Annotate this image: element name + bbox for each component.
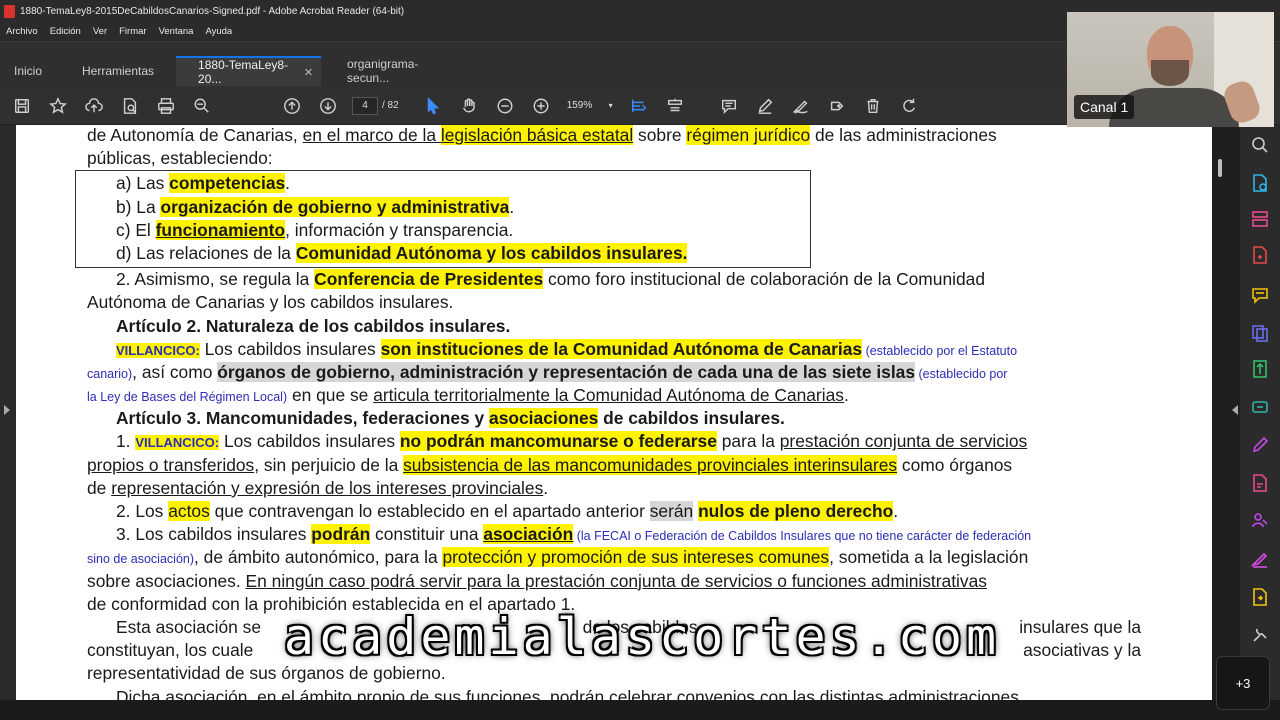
vertical-scrollbar[interactable]: [1212, 125, 1230, 700]
webcam-video: Canal 1: [1067, 12, 1274, 127]
cursor-icon[interactable]: [415, 88, 451, 124]
more-participants-button[interactable]: +3: [1216, 656, 1270, 710]
send-file-icon[interactable]: [1250, 587, 1270, 607]
right-panel-toggle[interactable]: [1230, 125, 1240, 700]
save-icon[interactable]: [4, 88, 40, 124]
doc-list-item: c) El funcionamiento, información y tran…: [116, 219, 514, 240]
watermark-text: academialascortes.com: [283, 608, 1001, 666]
tab-organigrama-label: organigrama-secun...: [347, 57, 419, 85]
sign-icon[interactable]: [783, 88, 819, 124]
status-bar: [0, 700, 1280, 720]
doc-list-item: b) La organización de gobierno y adminis…: [116, 196, 515, 217]
file-protect-icon[interactable]: [1250, 473, 1270, 493]
tab-inicio[interactable]: Inicio: [0, 56, 56, 86]
delete-icon[interactable]: [855, 88, 891, 124]
collapse-right-icon: [1232, 405, 1238, 415]
watermark: academialascortes.com: [284, 604, 996, 670]
file-search-icon[interactable]: [112, 88, 148, 124]
create-pdf-icon[interactable]: [1250, 245, 1270, 265]
zoom-level-select[interactable]: 159% ▾: [563, 96, 617, 116]
scroll-mode-icon[interactable]: [657, 88, 693, 124]
article-heading: Artículo 2. Naturaleza de los cabildos i…: [116, 315, 511, 336]
page-total: / 82: [382, 100, 399, 111]
arrow-down-icon[interactable]: [310, 88, 346, 124]
doc-line: propios o transferidos, sin perjuicio de…: [87, 454, 1013, 475]
compress-icon[interactable]: [1250, 359, 1270, 379]
menu-edicion[interactable]: Edición: [44, 26, 87, 37]
request-signature-icon[interactable]: [1250, 511, 1270, 531]
left-panel-toggle[interactable]: [0, 125, 16, 700]
doc-line: Dicha asociación, en el ámbito propio de…: [116, 686, 1019, 701]
tab-inicio-label: Inicio: [14, 64, 43, 78]
doc-list-item: a) Las competencias.: [116, 173, 291, 194]
zoom-search-icon[interactable]: [184, 88, 220, 124]
fill-sign-icon[interactable]: [1250, 435, 1270, 455]
export-pdf-icon[interactable]: [1250, 173, 1270, 193]
page-navigator: 4 / 82: [352, 96, 399, 115]
doc-line: 2. Asimismo, se regula la Conferencia de…: [116, 269, 986, 290]
search-icon[interactable]: [1250, 135, 1270, 155]
zoom-level-value: 159%: [566, 100, 593, 111]
zoom-in-icon[interactable]: [523, 88, 559, 124]
webcam-person-beard: [1151, 60, 1189, 86]
print-icon[interactable]: [148, 88, 184, 124]
scrollbar-thumb[interactable]: [1218, 159, 1222, 177]
tab-herramientas-label: Herramientas: [82, 64, 155, 78]
menu-ventana[interactable]: Ventana: [153, 26, 200, 37]
pen-icon[interactable]: [747, 88, 783, 124]
doc-line: canario), así como órganos de gobierno, …: [87, 361, 1008, 382]
tab-document-active[interactable]: 1880-TemaLey8-20... ✕: [176, 56, 322, 86]
doc-list-item: d) Las relaciones de la Comunidad Autóno…: [116, 242, 688, 263]
doc-line: Autónoma de Canarias y los cabildos insu…: [87, 292, 454, 313]
tab-document-organigrama[interactable]: organigrama-secun...: [321, 56, 466, 86]
edit-pdf-icon[interactable]: [1250, 397, 1270, 417]
rotate-icon[interactable]: [891, 88, 927, 124]
doc-line: VILLANCICO: Los cabildos insulares son i…: [116, 338, 1018, 359]
right-tools-panel: [1240, 125, 1280, 700]
chevron-down-icon: ▾: [608, 101, 613, 110]
stamp-icon[interactable]: [819, 88, 855, 124]
menu-archivo[interactable]: Archivo: [0, 26, 44, 37]
zoom-out-icon[interactable]: [487, 88, 523, 124]
hand-icon[interactable]: [451, 88, 487, 124]
pdf-file-icon: [4, 4, 15, 18]
more-tools-icon[interactable]: [1250, 625, 1270, 645]
doc-line: sobre asociaciones. En ningún caso podrá…: [87, 570, 987, 591]
tab-document-label: 1880-TemaLey8-20...: [198, 58, 289, 86]
expand-left-icon: [4, 405, 10, 415]
comment-tool-icon[interactable]: [1250, 285, 1270, 305]
menu-firmar[interactable]: Firmar: [113, 26, 152, 37]
menu-ver[interactable]: Ver: [87, 26, 113, 37]
window-title: 1880-TemaLey8-2015DeCabildosCanarios-Sig…: [20, 5, 405, 17]
doc-line: 3. Los cabildos insulares podrán constit…: [116, 524, 1032, 545]
close-icon[interactable]: ✕: [304, 66, 313, 79]
doc-line: 2. Los actos que contravengan lo estable…: [116, 501, 899, 521]
menu-ayuda[interactable]: Ayuda: [199, 26, 238, 37]
doc-line: de representación y expresión de los int…: [87, 477, 549, 498]
tab-herramientas[interactable]: Herramientas: [56, 56, 168, 86]
page-number-input[interactable]: 4: [352, 96, 378, 115]
article-heading: Artículo 3. Mancomunidades, federaciones…: [116, 408, 785, 429]
combine-files-icon[interactable]: [1250, 323, 1270, 343]
cloud-upload-icon[interactable]: [76, 88, 112, 124]
doc-line: públicas, estableciendo:: [87, 148, 273, 169]
arrow-up-icon[interactable]: [274, 88, 310, 124]
star-icon[interactable]: [40, 88, 76, 124]
webcam-channel-label: Canal 1: [1074, 95, 1135, 119]
organize-pages-icon[interactable]: [1250, 209, 1270, 229]
comment-icon[interactable]: [711, 88, 747, 124]
fit-page-icon[interactable]: [621, 88, 657, 124]
doc-line: 1. VILLANCICO: Los cabildos insulares no…: [116, 431, 1028, 452]
doc-line: de Autonomía de Canarias, en el marco de…: [87, 125, 997, 145]
doc-line: la Ley de Bases del Régimen Local) en qu…: [87, 385, 849, 406]
draw-icon[interactable]: [1250, 549, 1270, 569]
doc-line: sino de asociación), de ámbito autonómic…: [87, 547, 1029, 568]
